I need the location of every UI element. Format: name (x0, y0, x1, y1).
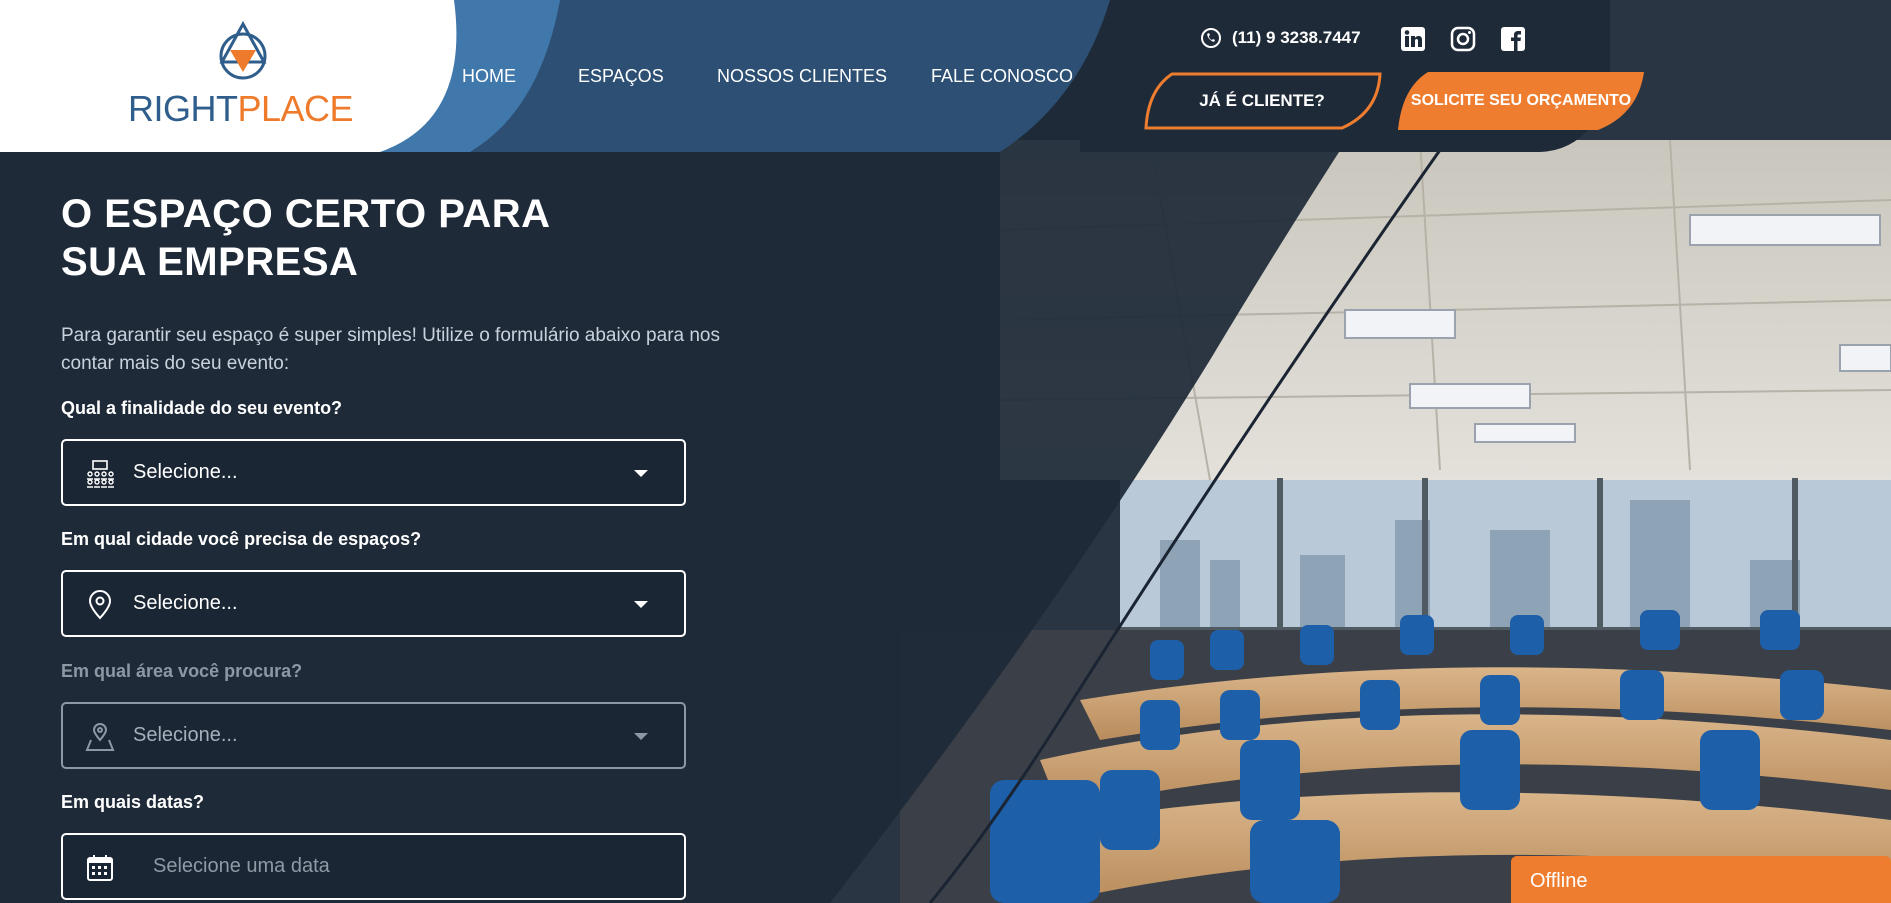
purpose-select[interactable]: Selecione... (61, 439, 686, 506)
logo-place: PLACE (237, 88, 354, 129)
area-label: Em qual área você procura? (61, 661, 303, 681)
chevron-down-icon (634, 601, 648, 608)
request-quote-button[interactable]: SOLICITE SEU ORÇAMENTO (1398, 72, 1644, 130)
chevron-down-icon (634, 733, 648, 740)
linkedin-icon[interactable] (1400, 26, 1426, 52)
headline-line2: SUA EMPRESA (61, 240, 359, 284)
request-quote-label: SOLICITE SEU ORÇAMENTO (1410, 92, 1632, 109)
chat-widget[interactable]: Offline (1511, 856, 1891, 903)
location-pin-icon (88, 590, 112, 620)
page-title: O ESPAÇO CERTO PARA SUA EMPRESA (61, 190, 551, 286)
city-label: Em qual cidade você precisa de espaços? (61, 529, 422, 549)
area-value: Selecione... (133, 724, 238, 746)
nav-item-contato[interactable]: FALE CONOSCO (931, 66, 1073, 87)
city-value: Selecione... (133, 592, 238, 614)
audience-icon (87, 460, 114, 488)
purpose-label: Qual a finalidade do seu evento? (61, 398, 343, 418)
logo-right: RIGHT (128, 88, 238, 129)
dates-input[interactable]: Selecione uma data (61, 833, 686, 900)
city-select[interactable]: Selecione... (61, 570, 686, 637)
nav-item-espacos[interactable]: ESPAÇOS (578, 66, 664, 87)
already-client-label: JÁ É CLIENTE? (1199, 91, 1325, 110)
dates-label: Em quais datas? (61, 792, 205, 812)
phone-contact[interactable]: (11) 9 3238.7447 (1200, 27, 1361, 49)
facebook-icon[interactable] (1500, 26, 1526, 52)
chevron-down-icon (634, 470, 648, 477)
area-select[interactable]: Selecione... (61, 702, 686, 769)
intro-text: Para garantir seu espaço é super simples… (61, 325, 720, 374)
dates-placeholder: Selecione uma data (153, 855, 330, 877)
whatsapp-icon (1201, 28, 1221, 48)
logo-icon (219, 20, 267, 80)
chat-status: Offline (1530, 870, 1588, 892)
logo-wordmark: RIGHTPLACE (128, 88, 354, 130)
headline-line1: O ESPAÇO CERTO PARA (61, 192, 551, 236)
purpose-value: Selecione... (133, 461, 238, 483)
phone-number: (11) 9 3238.7447 (1232, 28, 1361, 47)
nav-item-home[interactable]: HOME (462, 66, 516, 87)
calendar-icon (87, 855, 113, 881)
instagram-icon[interactable] (1450, 26, 1476, 52)
nav-item-clientes[interactable]: NOSSOS CLIENTES (717, 66, 887, 87)
map-pin-icon (85, 723, 115, 751)
already-client-button[interactable]: JÁ É CLIENTE? (1142, 72, 1382, 130)
